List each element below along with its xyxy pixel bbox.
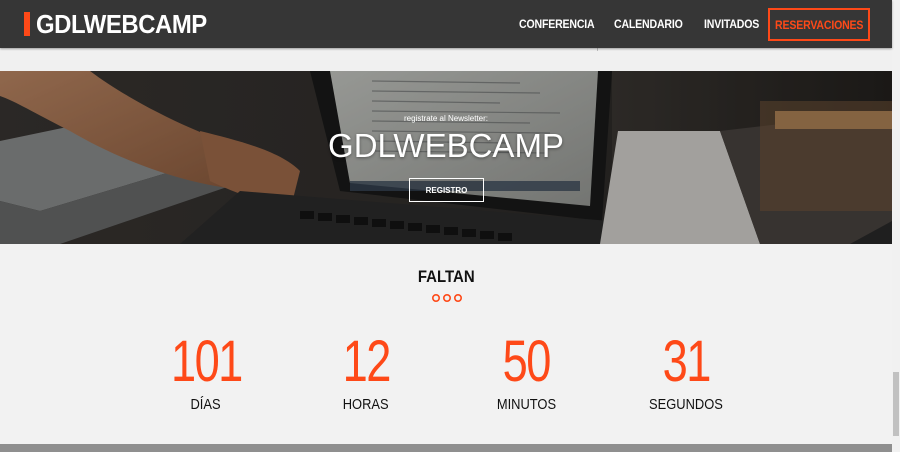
- days-label-text: DÍAS: [190, 396, 222, 413]
- countdown-hours-value: 12: [296, 330, 436, 394]
- reservaciones-button[interactable]: RESERVACIONES: [768, 8, 870, 41]
- countdown-days-label: DÍAS: [136, 396, 276, 414]
- scrollbar-thumb[interactable]: [893, 372, 899, 436]
- hero-title: GDLWEBCAMP: [328, 127, 564, 164]
- countdown-days: 101 DÍAS: [136, 330, 276, 414]
- minutes-value-text: 50: [502, 329, 551, 394]
- countdown-title-text: FALTAN: [417, 267, 475, 286]
- nav-link-calendario[interactable]: CALENDARIO: [614, 17, 683, 31]
- countdown-seconds: 31 SEGUNDOS: [616, 330, 756, 414]
- hero-content: registrate al Newsletter: GDLWEBCAMP REG…: [0, 71, 892, 244]
- countdown-seconds-value: 31: [616, 330, 756, 394]
- days-value-text: 101: [170, 329, 243, 394]
- next-section-strip: [0, 444, 892, 452]
- countdown-seconds-label: SEGUNDOS: [616, 396, 756, 414]
- site-header: GDLWEBCAMP CONFERENCIA CALENDARIO INVITA…: [0, 0, 892, 48]
- countdown-days-value: 101: [136, 330, 276, 394]
- countdown-minutes: 50 MINUTOS: [456, 330, 596, 414]
- main-nav: CONFERENCIA CALENDARIO INVITADOS RESERVA…: [0, 0, 892, 48]
- nav-link-invitados[interactable]: INVITADOS: [704, 17, 759, 31]
- decorative-dots-icon: [431, 293, 462, 303]
- nav-link-conferencia[interactable]: CONFERENCIA: [519, 17, 595, 31]
- countdown-minutes-value: 50: [456, 330, 596, 394]
- countdown-hours-label: HORAS: [296, 396, 436, 414]
- seconds-value-text: 31: [662, 329, 711, 394]
- countdown-title: FALTAN: [0, 267, 892, 287]
- reservaciones-button-label: RESERVACIONES: [774, 17, 864, 32]
- registro-button[interactable]: REGISTRO: [409, 178, 484, 202]
- countdown-hours: 12 HORAS: [296, 330, 436, 414]
- countdown-minutes-label: MINUTOS: [456, 396, 596, 414]
- newsletter-subtitle: registrate al Newsletter:: [403, 114, 489, 123]
- divider: [597, 48, 598, 51]
- minutes-label-text: MINUTOS: [496, 396, 556, 413]
- seconds-label-text: SEGUNDOS: [649, 396, 723, 413]
- hours-value-text: 12: [342, 329, 391, 394]
- hero-banner: registrate al Newsletter: GDLWEBCAMP REG…: [0, 71, 892, 244]
- hours-label-text: HORAS: [343, 396, 389, 413]
- page-scrollbar[interactable]: [892, 0, 900, 452]
- header-spacer: [0, 48, 892, 71]
